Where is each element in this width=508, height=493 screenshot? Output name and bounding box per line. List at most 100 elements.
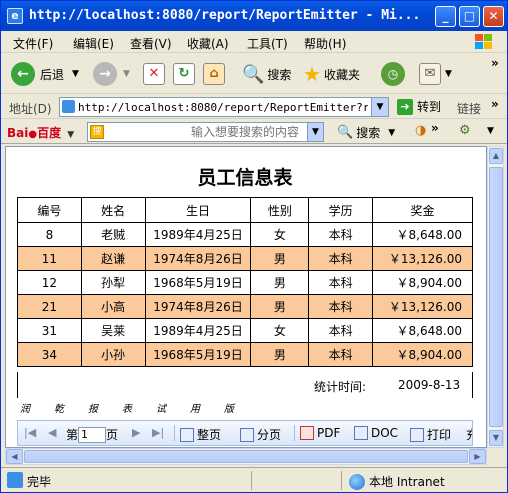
cell-name: 老贼 — [80, 222, 146, 247]
doc-button[interactable]: DOC — [354, 426, 398, 440]
horizontal-scroll-thumb[interactable] — [24, 450, 468, 463]
toolbar-overflow-chevron[interactable]: » — [491, 56, 499, 70]
baidu-overflow-chevron[interactable]: » — [431, 121, 439, 135]
forward-button[interactable]: → ▼ — [93, 60, 130, 88]
stat-row: 统计时间: 2009-8-13 — [17, 372, 473, 398]
dropdown-icon: ▼ — [388, 127, 396, 138]
baidu-logo[interactable]: Bai●百度 ▼ — [7, 124, 74, 141]
page-suffix: 页 — [106, 428, 119, 442]
menu-view[interactable]: 查看(V) — [130, 35, 172, 52]
whole-page-button[interactable]: 整页 — [180, 426, 221, 443]
vertical-scroll-thumb[interactable] — [489, 167, 503, 427]
print-button[interactable]: 打印 — [410, 426, 451, 443]
back-button[interactable]: ← 后退 ▼ — [11, 60, 79, 88]
cell-name: 小高 — [80, 294, 146, 319]
dropdown-icon: ▼ — [123, 69, 130, 79]
scroll-up-icon[interactable]: ▲ — [489, 148, 503, 164]
baidu-search-field[interactable]: 搜 ▼ — [87, 122, 324, 142]
page-icon — [62, 100, 75, 113]
cell-name: 吴莱 — [80, 318, 146, 343]
back-arrow-icon: ← — [11, 62, 35, 86]
next-page-icon[interactable]: ▶ — [132, 426, 140, 439]
address-bar: 地址(D) ▼ ➔ 转到 链接 » — [1, 95, 507, 119]
table-row: 31 吴莱 1989年4月25日 女 本科 ￥8,648.00 — [17, 318, 473, 343]
report-toolbar: |◀ ◀ 第 页 ▶ ▶| 整页 分页 PDF — [17, 420, 473, 446]
column-header: 生日 — [144, 197, 252, 223]
go-button[interactable]: ➔ 转到 — [397, 98, 441, 115]
refresh-icon: ↻ — [173, 63, 195, 85]
more-button[interactable]: 充 — [466, 426, 472, 443]
first-page-icon[interactable]: |◀ — [24, 426, 36, 439]
menu-tools[interactable]: 工具(T) — [247, 35, 288, 52]
baidu-tool-icon[interactable]: ◑ — [415, 123, 426, 138]
scroll-down-icon[interactable]: ▼ — [489, 430, 503, 446]
page-indicator: 第 页 — [66, 426, 118, 443]
title-bar: e http://localhost:8080/report/ReportEmi… — [1, 1, 507, 31]
menu-file[interactable]: 文件(F) — [13, 35, 53, 52]
address-dropdown-icon[interactable]: ▼ — [371, 98, 388, 116]
baidu-toolbar: Bai●百度 ▼ 搜 ▼ 🔍 搜索 ▼ ◑ » ⚙ ▼ — [1, 120, 507, 144]
star-icon: ★ — [303, 62, 321, 86]
cell-id: 21 — [17, 294, 82, 319]
vertical-scrollbar[interactable]: ▲ ▼ — [487, 146, 504, 448]
column-header: 编号 — [17, 197, 82, 223]
links-overflow-chevron[interactable]: » — [491, 97, 499, 111]
column-header: 奖金 — [372, 197, 473, 223]
last-page-icon[interactable]: ▶| — [152, 426, 164, 439]
menu-edit[interactable]: 编辑(E) — [73, 35, 114, 52]
security-zone[interactable]: 本地 Intranet — [349, 473, 445, 490]
home-button[interactable]: ⌂ — [203, 60, 225, 88]
cell-gender: 男 — [250, 270, 310, 295]
dropdown-icon: ▼ — [72, 69, 79, 79]
dropdown-icon: ▼ — [445, 69, 452, 79]
baidu-search-button[interactable]: 🔍 搜索 ▼ — [337, 124, 395, 141]
cell-bonus: ￥13,126.00 — [372, 246, 473, 271]
close-button[interactable]: ✕ — [483, 6, 504, 27]
cell-gender: 女 — [250, 318, 310, 343]
links-toolbar[interactable]: 链接 — [457, 100, 481, 117]
search-label: 搜索 — [267, 67, 292, 82]
cell-bonus: ￥13,126.00 — [372, 294, 473, 319]
doc-icon — [354, 426, 368, 440]
stop-button[interactable]: ✕ — [143, 60, 165, 88]
paging-button[interactable]: 分页 — [240, 426, 281, 443]
menu-help[interactable]: 帮助(H) — [304, 35, 346, 52]
page-number-input[interactable] — [78, 426, 107, 443]
dropdown-icon[interactable]: ▼ — [487, 126, 494, 136]
maximize-button[interactable]: □ — [459, 6, 480, 27]
scroll-right-icon[interactable]: ▶ — [469, 449, 486, 464]
whole-page-label: 整页 — [197, 428, 222, 442]
print-label: 打印 — [427, 428, 452, 442]
back-label: 后退 — [40, 67, 65, 82]
prev-page-icon[interactable]: ◀ — [48, 426, 56, 439]
status-text: 完毕 — [27, 475, 52, 489]
options-icon[interactable]: ⚙ — [459, 123, 471, 138]
table-row: 34 小孙 1968年5月19日 男 本科 ￥8,904.00 — [17, 342, 473, 367]
cell-gender: 男 — [250, 246, 310, 271]
ie-icon: e — [7, 8, 23, 24]
baidu-logo-bai: Bai — [7, 126, 29, 140]
windows-logo-icon — [475, 34, 492, 49]
history-button[interactable]: ◷ — [381, 60, 405, 88]
mail-button[interactable]: ✉ ▼ — [419, 60, 452, 88]
table-row: 12 孙犁 1968年5月19日 男 本科 ￥8,904.00 — [17, 270, 473, 295]
refresh-button[interactable]: ↻ — [173, 60, 195, 88]
favorites-button[interactable]: ★ 收藏夹 — [303, 60, 360, 88]
scroll-left-icon[interactable]: ◀ — [6, 449, 23, 464]
cell-education: 本科 — [308, 318, 374, 343]
pdf-button[interactable]: PDF — [300, 426, 340, 440]
baidu-search-input[interactable] — [88, 123, 303, 141]
menu-favorites[interactable]: 收藏(A) — [187, 35, 229, 52]
minimize-button[interactable]: _ — [435, 6, 456, 27]
baidu-dropdown-icon[interactable]: ▼ — [307, 123, 323, 141]
table-row: 11 赵谦 1974年8月26日 男 本科 ￥13,126.00 — [17, 246, 473, 271]
search-button[interactable]: 🔍 搜索 — [242, 60, 291, 88]
column-header: 姓名 — [80, 197, 146, 223]
horizontal-scrollbar[interactable]: ◀ ▶ — [5, 448, 487, 465]
cell-id: 12 — [17, 270, 82, 295]
address-field[interactable]: ▼ — [59, 97, 389, 117]
address-input[interactable] — [60, 98, 368, 116]
cell-birthday: 1989年4月25日 — [144, 222, 252, 247]
cell-gender: 男 — [250, 342, 310, 367]
go-arrow-icon: ➔ — [397, 98, 413, 115]
